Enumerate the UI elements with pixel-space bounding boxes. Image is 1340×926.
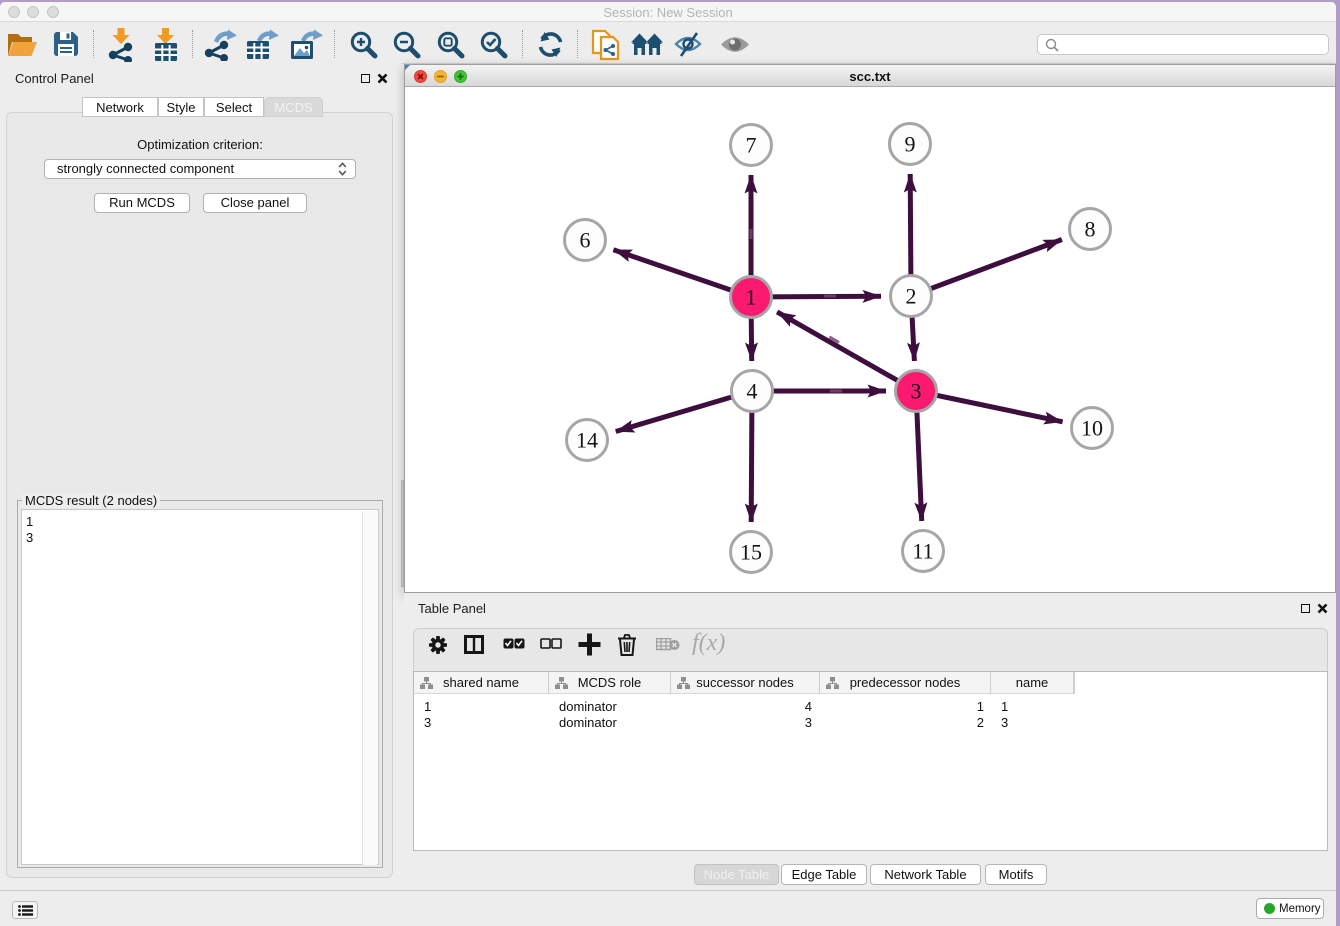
svg-text:4: 4 bbox=[747, 378, 758, 403]
svg-text:3: 3 bbox=[911, 378, 922, 403]
svg-text:2: 2 bbox=[906, 283, 917, 308]
svg-text:15: 15 bbox=[740, 539, 762, 564]
svg-text:10: 10 bbox=[1081, 415, 1103, 440]
svg-text:11: 11 bbox=[912, 538, 933, 563]
svg-text:14: 14 bbox=[576, 427, 598, 452]
svg-text:7: 7 bbox=[746, 132, 757, 157]
svg-text:6: 6 bbox=[580, 227, 591, 252]
svg-text:9: 9 bbox=[905, 131, 916, 156]
svg-text:8: 8 bbox=[1085, 216, 1096, 241]
svg-text:1: 1 bbox=[746, 284, 757, 309]
